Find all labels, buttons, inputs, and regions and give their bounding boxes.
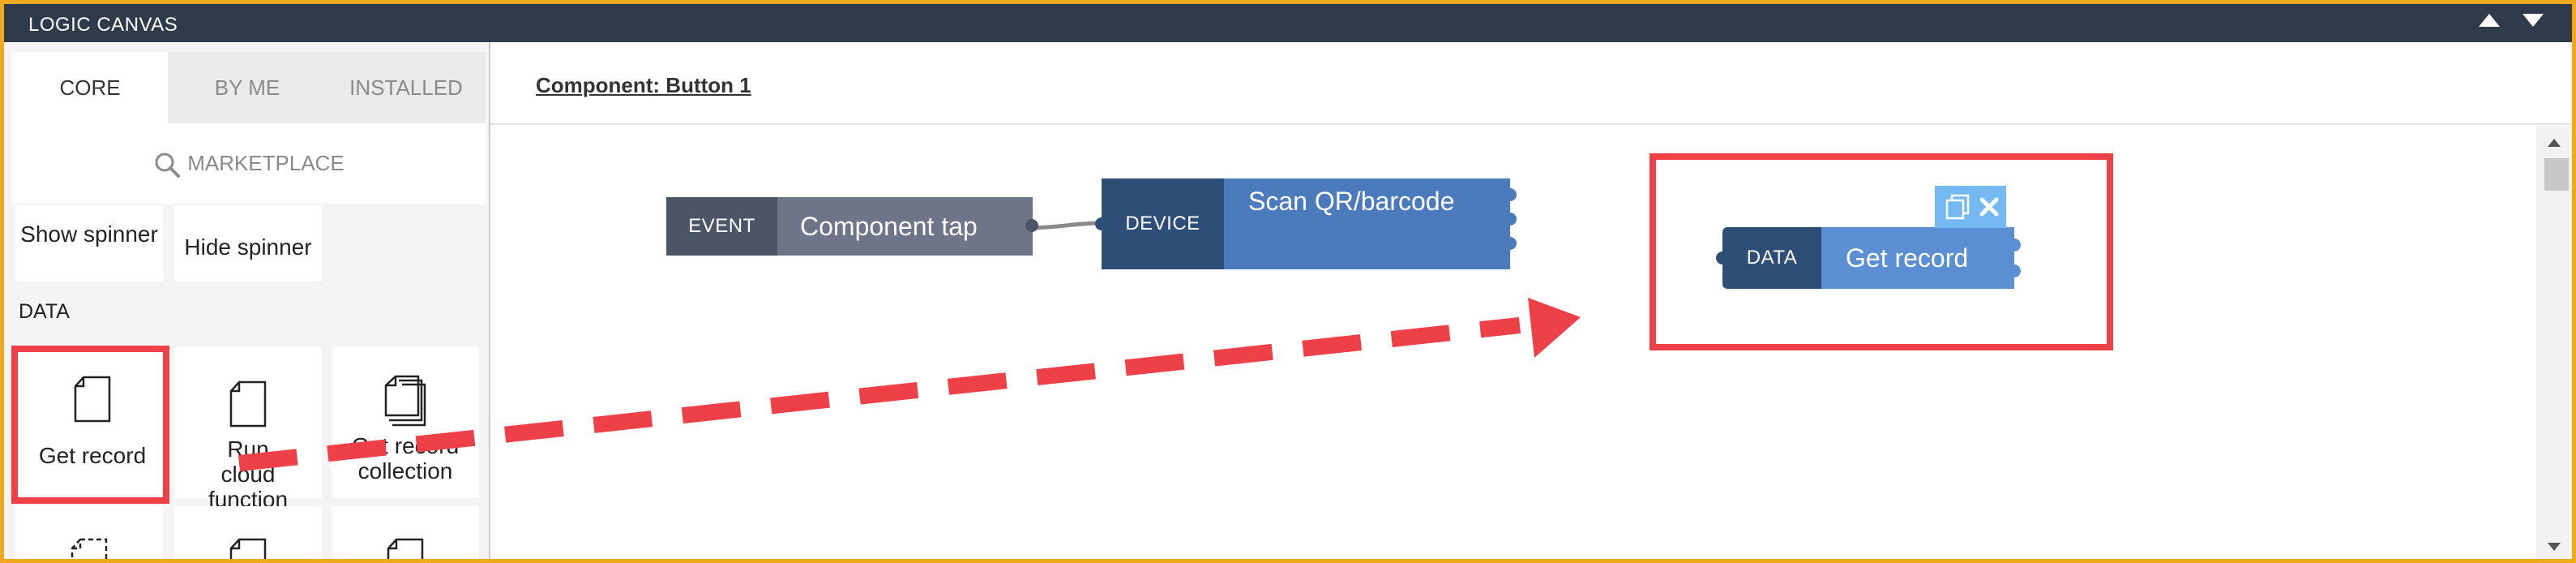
data-block-tag: DATA	[1722, 227, 1821, 289]
device-block[interactable]: DEVICE Scan QR/barcode	[1095, 178, 1517, 269]
tile-label: Get record collection	[351, 433, 460, 483]
expand-down-icon[interactable]	[2522, 12, 2544, 28]
documents-stack-icon	[384, 375, 426, 427]
tile-label: Get record	[38, 443, 147, 468]
delete-icon[interactable]	[1977, 195, 2001, 219]
tile-get-record-collection[interactable]: Get record collection	[332, 347, 479, 498]
vertical-scrollbar[interactable]	[2536, 126, 2572, 559]
title-bar: LOGIC CANVAS	[4, 4, 2572, 42]
scrollbar-thumb[interactable]	[2544, 158, 2569, 191]
logic-canvas-window: LOGIC CANVAS CORE BY ME INSTALLED MARKET…	[4, 4, 2572, 559]
document-icon	[387, 538, 424, 559]
section-data-label: DATA	[19, 300, 70, 323]
device-input-connector[interactable]	[1095, 217, 1108, 230]
data-get-record-block[interactable]: DATA Get record	[1716, 227, 2021, 289]
device-block-label: Scan QR/barcode	[1224, 178, 1510, 269]
event-block-tag: EVENT	[666, 197, 777, 256]
event-block-label: Component tap	[777, 197, 1033, 256]
document-icon	[229, 538, 267, 559]
data-output-connector[interactable]	[2008, 239, 2021, 251]
tile-run-cloud-function[interactable]: Run cloud function	[174, 347, 322, 512]
event-output-connector[interactable]	[1025, 219, 1038, 232]
canvas-header: Component: Button 1	[490, 42, 2572, 125]
collapse-up-icon[interactable]	[2478, 12, 2501, 28]
document-icon	[71, 538, 108, 559]
device-block-tag: DEVICE	[1102, 178, 1224, 269]
tile-get-record[interactable]: Get record	[19, 347, 166, 495]
window-controls	[2460, 12, 2544, 32]
tile-label: Show spinner	[20, 221, 158, 247]
tab-installed[interactable]: INSTALLED	[327, 52, 486, 123]
block-toolbar	[1935, 186, 2006, 228]
tile-partial[interactable]	[174, 506, 322, 559]
document-icon	[74, 376, 111, 423]
data-block-label: Get record	[1821, 227, 2014, 289]
tile-hide-spinner[interactable]: Hide spinner	[174, 205, 322, 282]
tab-core[interactable]: CORE	[12, 52, 169, 123]
window-title: LOGIC CANVAS	[28, 14, 178, 36]
device-output-connector[interactable]	[1504, 213, 1517, 226]
device-output-connector[interactable]	[1504, 188, 1517, 201]
tile-show-spinner[interactable]: Show spinner	[15, 205, 163, 282]
marketplace-label: MARKETPLACE	[187, 151, 344, 175]
tile-label: Hide spinner	[184, 234, 312, 260]
data-output-connector[interactable]	[2008, 264, 2021, 277]
document-icon	[229, 380, 267, 428]
event-block[interactable]: EVENT Component tap	[666, 197, 1038, 256]
tile-partial[interactable]	[332, 506, 479, 559]
tile-label: Run cloud function	[208, 436, 289, 512]
panel-tabs: CORE BY ME INSTALLED	[12, 52, 486, 123]
search-icon	[155, 153, 181, 178]
blocks-panel: CORE BY ME INSTALLED MARKETPLACE Show sp…	[4, 42, 490, 559]
data-input-connector[interactable]	[1716, 251, 1729, 264]
device-output-connector[interactable]	[1504, 237, 1517, 250]
marketplace-button[interactable]: MARKETPLACE	[12, 123, 486, 204]
tab-by-me[interactable]: BY ME	[168, 52, 328, 123]
scroll-up-icon[interactable]	[2536, 132, 2572, 157]
duplicate-icon[interactable]	[1941, 191, 1974, 223]
scroll-down-icon[interactable]	[2536, 535, 2572, 559]
tile-partial[interactable]	[15, 506, 163, 559]
component-link[interactable]: Component: Button 1	[536, 73, 751, 98]
